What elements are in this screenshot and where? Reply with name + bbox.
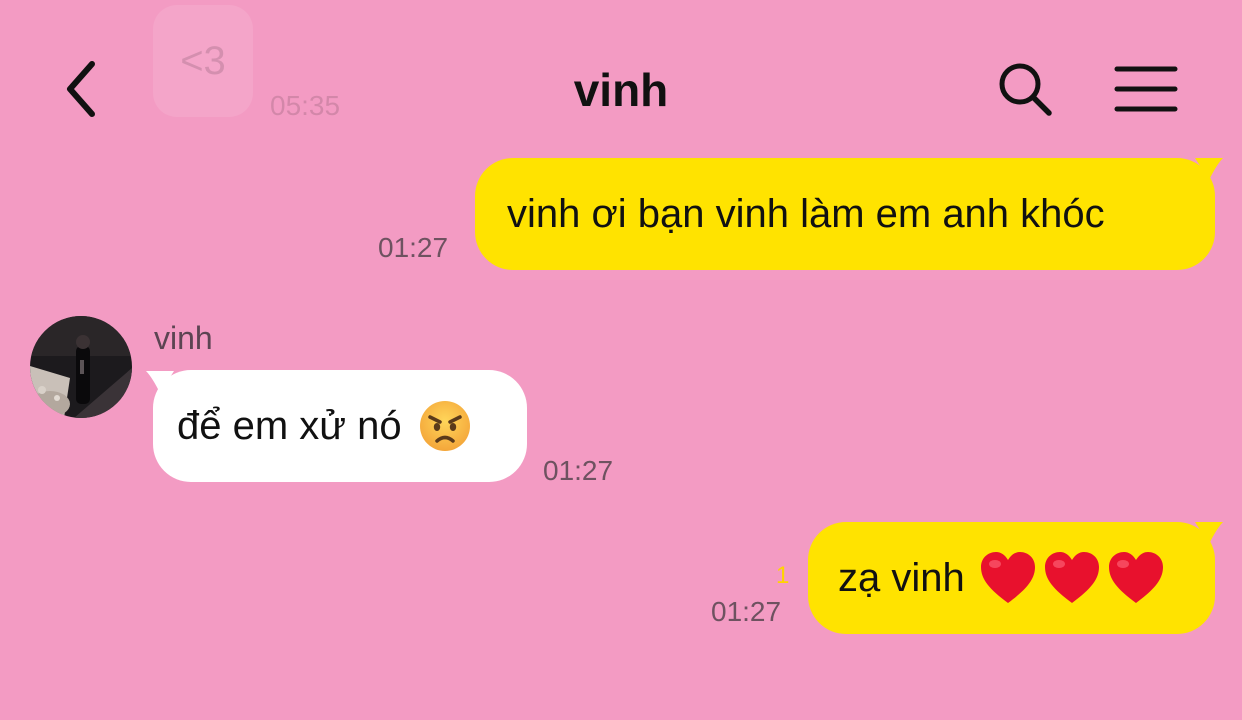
menu-button[interactable]: [1108, 54, 1184, 124]
message-text: vinh ơi bạn vinh làm em anh khóc: [507, 192, 1105, 236]
outgoing-message-bubble[interactable]: vinh ơi bạn vinh làm em anh khóc: [475, 158, 1215, 270]
bubble-tail: [1195, 158, 1223, 180]
message-time: 01:27: [711, 596, 782, 627]
back-button[interactable]: [50, 54, 110, 124]
hamburger-menu-icon: [1114, 66, 1178, 112]
red-heart-emoji: [1108, 552, 1163, 603]
outgoing-message-bubble[interactable]: zạ vinh: [808, 522, 1215, 634]
unread-count: 1: [776, 562, 790, 589]
avatar-photo-icon: [30, 316, 132, 418]
angry-face-emoji: [419, 401, 470, 451]
message-text: zạ vinh: [838, 556, 965, 600]
bubble-tail: [1195, 522, 1223, 544]
chevron-left-icon: [67, 61, 95, 117]
message-text: để em xử nó: [177, 404, 402, 448]
search-button[interactable]: [990, 54, 1060, 124]
incoming-message-bubble[interactable]: để em xử nó: [153, 370, 527, 482]
message-time: 01:27: [543, 455, 614, 486]
search-icon: [999, 63, 1052, 116]
red-heart-emoji: [980, 552, 1035, 603]
message-time: 01:27: [378, 232, 449, 263]
avatar[interactable]: [30, 316, 132, 418]
red-heart-emoji: [1044, 552, 1099, 603]
sender-name: vinh: [154, 320, 213, 356]
chat-header: vinh: [0, 0, 1242, 150]
